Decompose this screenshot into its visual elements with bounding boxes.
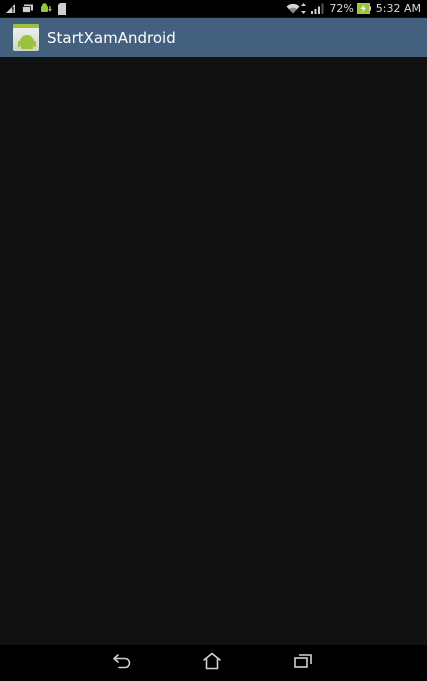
wifi-icon bbox=[286, 3, 300, 14]
recent-apps-button[interactable] bbox=[292, 653, 314, 673]
back-icon bbox=[112, 653, 132, 673]
status-bar: 72% 5:32 AM bbox=[0, 0, 427, 17]
signal-warning-icon bbox=[5, 3, 16, 14]
screen: 72% 5:32 AM StartXamAndroid bbox=[0, 0, 427, 681]
recent-apps-icon bbox=[293, 653, 313, 673]
data-transfer-icon bbox=[301, 3, 307, 14]
home-icon bbox=[202, 652, 222, 674]
android-download-icon bbox=[40, 2, 52, 15]
home-button[interactable] bbox=[201, 652, 223, 674]
cell-signal-icon bbox=[311, 3, 324, 14]
main-content bbox=[0, 57, 427, 645]
navigation-bar bbox=[0, 645, 427, 681]
action-bar: StartXamAndroid bbox=[0, 18, 427, 57]
status-time: 5:32 AM bbox=[375, 2, 421, 15]
sd-card-icon bbox=[58, 2, 66, 15]
message-icon bbox=[22, 4, 34, 14]
back-button[interactable] bbox=[111, 653, 133, 673]
battery-percent: 72% bbox=[329, 2, 354, 15]
app-title: StartXamAndroid bbox=[47, 28, 176, 47]
status-system: 72% 5:32 AM bbox=[281, 0, 421, 17]
status-notifications bbox=[5, 2, 72, 15]
battery-charging-icon bbox=[356, 3, 371, 14]
app-launcher-icon[interactable] bbox=[13, 24, 39, 51]
